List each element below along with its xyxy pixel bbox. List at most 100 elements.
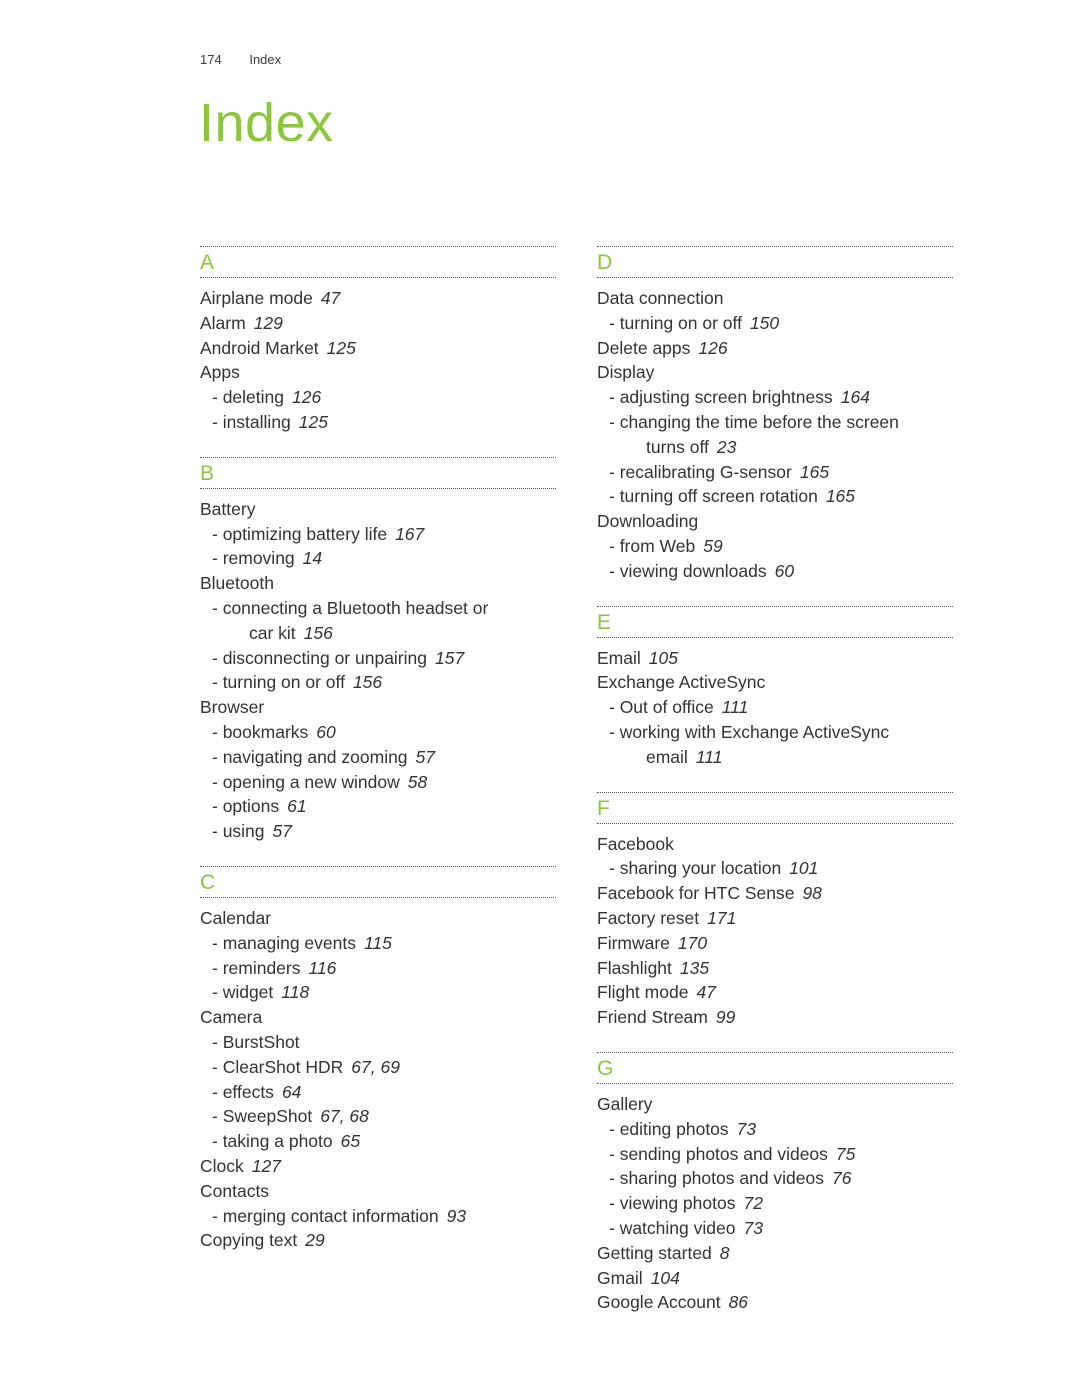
page-reference[interactable]: 135 — [680, 958, 709, 978]
page-reference[interactable]: 61 — [287, 796, 306, 816]
page-reference[interactable]: 60 — [316, 722, 335, 742]
page-reference[interactable]: 99 — [716, 1007, 735, 1027]
page-reference[interactable]: 156 — [353, 672, 382, 692]
page-reference[interactable]: 125 — [299, 412, 328, 432]
entry-term: - working with Exchange ActiveSync — [609, 721, 890, 742]
page-reference[interactable]: 86 — [729, 1292, 748, 1312]
page-reference[interactable]: 75 — [836, 1144, 855, 1164]
entry-term: - connecting a Bluetooth headset or — [212, 597, 489, 618]
page-reference[interactable]: 73 — [737, 1119, 756, 1139]
index-entry: Delete apps 126 — [597, 336, 953, 361]
page-reference[interactable]: 73 — [743, 1218, 762, 1238]
page-reference[interactable]: 47 — [321, 288, 340, 308]
entry-term: Data connection — [597, 288, 724, 308]
page-reference[interactable]: 67, 68 — [320, 1106, 369, 1126]
page-reference[interactable]: 157 — [435, 648, 464, 668]
page-reference[interactable]: 164 — [841, 387, 870, 407]
entry-term: - from Web — [609, 535, 696, 556]
index-subentry: - recalibrating G-sensor 165 — [597, 460, 953, 485]
index-entry: Data connection — [597, 286, 953, 311]
page-reference[interactable]: 8 — [720, 1243, 730, 1263]
index-entry: Clock 127 — [200, 1154, 556, 1179]
entry-term: - effects — [212, 1081, 274, 1102]
page-reference[interactable]: 58 — [408, 772, 427, 792]
page-reference[interactable]: 57 — [273, 821, 292, 841]
page-reference[interactable]: 64 — [282, 1082, 301, 1102]
index-subentry: car kit 156 — [200, 621, 556, 646]
index-entry: Downloading — [597, 509, 953, 534]
page-title: Index — [199, 93, 334, 153]
index-entry: Email 105 — [597, 646, 953, 671]
index-subentry: - merging contact information 93 — [200, 1204, 556, 1229]
page-reference[interactable]: 67, 69 — [351, 1057, 400, 1077]
page-reference[interactable]: 98 — [802, 883, 821, 903]
page-reference[interactable]: 101 — [789, 858, 818, 878]
index-entry: Flashlight 135 — [597, 956, 953, 981]
entry-term: - bookmarks — [212, 721, 309, 742]
page-reference[interactable]: 111 — [696, 747, 723, 767]
page-reference[interactable]: 127 — [252, 1156, 281, 1176]
page-reference[interactable]: 156 — [304, 623, 333, 643]
index-subentry: - ClearShot HDR 67, 69 — [200, 1055, 556, 1080]
index-section-g: G Gallery - editing photos 73 - sending phot… — [597, 1051, 953, 1315]
index-entry: Alarm 129 — [200, 311, 556, 336]
entry-term: Contacts — [200, 1180, 270, 1201]
page-reference[interactable]: 65 — [341, 1131, 360, 1151]
entry-term: Getting started — [597, 1242, 712, 1263]
page-reference[interactable]: 116 — [309, 958, 337, 978]
page-reference[interactable]: 47 — [696, 982, 715, 1002]
page-reference[interactable]: 126 — [292, 387, 321, 407]
index-subentry: - Out of office 111 — [597, 695, 953, 720]
section-header: G — [597, 1051, 953, 1084]
entry-term: email — [646, 746, 688, 767]
page-reference[interactable]: 111 — [722, 697, 749, 717]
index-subentry: - BurstShot — [200, 1030, 556, 1055]
page-reference[interactable]: 171 — [707, 908, 736, 928]
page-reference[interactable]: 14 — [303, 548, 322, 568]
index-subentry: - navigating and zooming 57 — [200, 745, 556, 770]
page-reference[interactable]: 118 — [281, 982, 309, 1002]
page-reference[interactable]: 165 — [800, 462, 829, 482]
entry-term: car kit — [249, 622, 296, 643]
index-entry: Firmware 170 — [597, 931, 953, 956]
entry-term: - disconnecting or unpairing — [212, 647, 427, 668]
index-subentry: - changing the time before the screen — [597, 410, 953, 435]
page-reference[interactable]: 93 — [447, 1206, 466, 1226]
entry-term: - Out of office — [609, 697, 714, 718]
index-entry: Airplane mode 47 — [200, 286, 556, 311]
page-reference[interactable]: 170 — [678, 933, 707, 953]
page-reference[interactable]: 29 — [305, 1230, 324, 1250]
page-reference[interactable]: 76 — [832, 1168, 851, 1188]
index-entry: Exchange ActiveSync — [597, 670, 953, 695]
page-reference[interactable]: 125 — [327, 338, 356, 358]
running-section-title: Index — [249, 52, 282, 67]
entry-term: - SweepShot — [212, 1106, 313, 1127]
page-reference[interactable]: 129 — [254, 313, 283, 333]
index-section-e: E Email 105 Exchange ActiveSync - Out of off… — [597, 605, 953, 770]
page-reference[interactable]: 104 — [651, 1268, 680, 1288]
index-entry: Getting started 8 — [597, 1241, 953, 1266]
page-reference[interactable]: 115 — [364, 933, 392, 953]
section-header: E — [597, 605, 953, 638]
page-reference[interactable]: 23 — [717, 437, 736, 457]
entry-term: - installing — [212, 411, 291, 432]
page-reference[interactable]: 165 — [826, 486, 855, 506]
section-header: C — [200, 865, 556, 898]
page-reference[interactable]: 167 — [395, 524, 424, 544]
page-reference[interactable]: 105 — [649, 648, 678, 668]
page-reference[interactable]: 59 — [703, 536, 722, 556]
index-subentry: - managing events 115 — [200, 931, 556, 956]
page-reference[interactable]: 60 — [775, 561, 794, 581]
index-entry: Battery — [200, 497, 556, 522]
index-subentry: - sharing photos and videos 76 — [597, 1166, 953, 1191]
entry-term: - editing photos — [609, 1118, 729, 1139]
page-reference[interactable]: 126 — [698, 338, 727, 358]
page-reference[interactable]: 150 — [750, 313, 779, 333]
entry-term: - removing — [212, 548, 295, 569]
entry-term: - recalibrating G-sensor — [609, 461, 792, 482]
index-entry: Flight mode 47 — [597, 980, 953, 1005]
page-reference[interactable]: 72 — [743, 1193, 762, 1213]
index-subentry: email 111 — [597, 745, 953, 770]
page-reference[interactable]: 57 — [416, 747, 435, 767]
index-section-a: A Airplane mode 47 Alarm 129 Android Market 12… — [200, 246, 556, 435]
